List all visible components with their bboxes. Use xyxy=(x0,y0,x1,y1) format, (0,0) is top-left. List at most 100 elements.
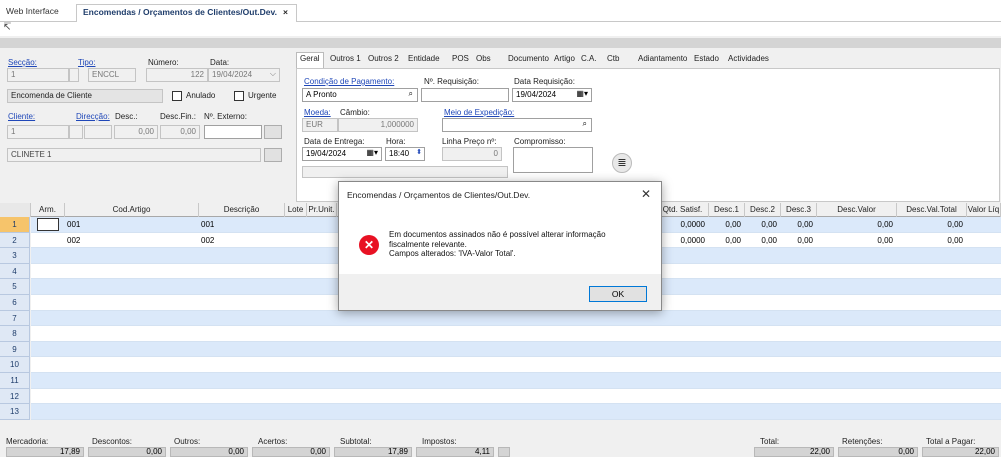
calendar-icon[interactable]: ▦▾ xyxy=(366,148,378,157)
table-row[interactable]: 10 xyxy=(0,357,1001,373)
table-row[interactable]: 8 xyxy=(0,326,1001,342)
tipo-label[interactable]: Tipo: xyxy=(78,58,96,67)
qtd-satisf-cell[interactable]: 0,0000 xyxy=(657,233,707,248)
tab-outros2[interactable]: Outros 2 xyxy=(368,54,399,63)
nexterno-field[interactable] xyxy=(204,125,262,139)
close-icon[interactable]: ✕ xyxy=(641,187,651,201)
row-number[interactable]: 2 xyxy=(0,232,30,249)
row-number[interactable]: 12 xyxy=(0,388,30,405)
tab-adiantamento[interactable]: Adiantamento xyxy=(638,54,687,63)
spinner-icon[interactable]: ⬍ xyxy=(416,148,422,156)
tab-obs[interactable]: Obs xyxy=(476,54,491,63)
col-desc1[interactable]: Desc.1 xyxy=(709,203,745,217)
desc-val-total-cell[interactable]: 0,00 xyxy=(897,217,965,232)
table-row[interactable]: 13 xyxy=(0,404,1001,420)
cond-pag-label[interactable]: Condição de Pagamento: xyxy=(304,77,394,86)
cliente-field-extra[interactable] xyxy=(69,125,83,139)
desc-valor-cell[interactable]: 0,00 xyxy=(817,233,895,248)
tab-web-interface[interactable]: Web Interface xyxy=(6,6,59,16)
cliente-field[interactable]: 1 xyxy=(7,125,69,139)
row-number[interactable]: 1 xyxy=(0,217,30,233)
col-desc2[interactable]: Desc.2 xyxy=(745,203,781,217)
desc3-cell[interactable]: 0,00 xyxy=(781,233,815,248)
col-desc3[interactable]: Desc.3 xyxy=(781,203,817,217)
tab-artigo[interactable]: Artigo xyxy=(554,54,575,63)
cambio-field[interactable]: 1,000000 xyxy=(338,118,418,132)
cod-artigo-cell[interactable]: 002 xyxy=(65,233,195,248)
seccao-field-extra[interactable] xyxy=(69,68,79,82)
tab-encomendas[interactable]: Encomendas / Orçamentos de Clientes/Out.… xyxy=(76,4,297,22)
nreq-field[interactable] xyxy=(421,88,509,102)
row-number[interactable]: 9 xyxy=(0,341,30,358)
tab-actividades[interactable]: Actividades xyxy=(728,54,769,63)
urgente-checkbox[interactable] xyxy=(234,91,244,101)
table-row[interactable]: 12 xyxy=(0,388,1001,405)
col-valor-liq[interactable]: Valor Líq xyxy=(967,203,1001,217)
scroll-down-icon[interactable]: ≣ xyxy=(612,153,632,173)
desc3-cell[interactable]: 0,00 xyxy=(781,217,815,232)
calendar-icon[interactable]: ▦▾ xyxy=(576,89,588,98)
qtd-satisf-cell[interactable]: 0,0000 xyxy=(657,217,707,232)
row-number[interactable]: 5 xyxy=(0,279,30,295)
col-pr-unit[interactable]: Pr.Unit. xyxy=(307,203,337,217)
data-field[interactable]: 19/04/2024 ⌵ xyxy=(208,68,280,82)
table-row[interactable]: 11 xyxy=(0,373,1001,389)
descricao-cell[interactable]: 002 xyxy=(199,233,279,248)
desc-field[interactable]: 0,00 xyxy=(114,125,158,139)
data-entrega-field[interactable]: 19/04/2024 ▦▾ xyxy=(302,147,382,161)
cliente-nome-button[interactable] xyxy=(264,148,282,162)
arm-cell-editing[interactable] xyxy=(37,218,59,231)
row-number[interactable]: 4 xyxy=(0,263,30,280)
tipo-field[interactable]: ENCCL xyxy=(88,68,136,82)
col-cod-artigo[interactable]: Cod.Artigo xyxy=(65,203,199,217)
row-number[interactable]: 8 xyxy=(0,326,30,342)
desc1-cell[interactable]: 0,00 xyxy=(709,217,743,232)
close-icon[interactable]: × xyxy=(283,7,288,17)
descfin-field[interactable]: 0,00 xyxy=(160,125,200,139)
tab-entidade[interactable]: Entidade xyxy=(408,54,440,63)
row-number[interactable]: 3 xyxy=(0,248,30,264)
seccao-label[interactable]: Secção: xyxy=(8,58,37,67)
row-number[interactable]: 10 xyxy=(0,357,30,373)
cliente-label[interactable]: Cliente: xyxy=(8,112,35,121)
col-arm[interactable]: Arm. xyxy=(31,203,65,217)
tab-ctb[interactable]: Ctb xyxy=(607,54,619,63)
col-qtd-satisf[interactable]: Qtd. Satisf. xyxy=(657,203,709,217)
desc2-cell[interactable]: 0,00 xyxy=(745,233,779,248)
meio-exp-label[interactable]: Meio de Expedição: xyxy=(444,108,514,117)
col-descricao[interactable]: Descrição xyxy=(199,203,285,217)
row-number[interactable]: 6 xyxy=(0,295,30,311)
moeda-label[interactable]: Moeda: xyxy=(304,108,331,117)
cod-artigo-cell[interactable]: 001 xyxy=(65,217,195,232)
nexterno-button[interactable] xyxy=(264,125,282,139)
row-number[interactable]: 13 xyxy=(0,404,30,420)
tab-estado[interactable]: Estado xyxy=(694,54,719,63)
cond-pag-field[interactable]: A Pronto ⌕ xyxy=(302,88,418,102)
direccao-label[interactable]: Direcção: xyxy=(76,112,110,121)
meio-exp-field[interactable]: ⌕ xyxy=(442,118,592,132)
desc2-cell[interactable]: 0,00 xyxy=(745,217,779,232)
col-desc-val-total[interactable]: Desc.Val.Total xyxy=(897,203,967,217)
search-icon[interactable]: ⌕ xyxy=(409,89,413,99)
tab-pos[interactable]: POS xyxy=(452,54,469,63)
anulado-checkbox[interactable] xyxy=(172,91,182,101)
table-row[interactable]: 7 xyxy=(0,310,1001,327)
ok-button[interactable]: OK xyxy=(589,286,647,302)
desc-valor-cell[interactable]: 0,00 xyxy=(817,217,895,232)
hora-field[interactable]: 18:40 ⬍ xyxy=(385,147,425,161)
row-number[interactable]: 7 xyxy=(0,310,30,327)
compromisso-field[interactable] xyxy=(513,147,593,173)
moeda-field[interactable]: EUR xyxy=(302,118,338,132)
data-req-field[interactable]: 19/04/2024 ▦▾ xyxy=(512,88,592,102)
col-lote[interactable]: Lote xyxy=(285,203,307,217)
col-desc-valor[interactable]: Desc.Valor xyxy=(817,203,897,217)
tab-outros1[interactable]: Outros 1 xyxy=(330,54,361,63)
row-number[interactable]: 11 xyxy=(0,373,30,389)
tab-ca[interactable]: C.A. xyxy=(581,54,597,63)
desc1-cell[interactable]: 0,00 xyxy=(709,233,743,248)
linha-preco-field[interactable]: 0 xyxy=(442,147,502,161)
desc-val-total-cell[interactable]: 0,00 xyxy=(897,233,965,248)
descricao-cell[interactable]: 001 xyxy=(199,217,279,232)
seccao-field[interactable]: 1 xyxy=(7,68,69,82)
search-icon[interactable]: ⌕ xyxy=(583,119,587,129)
